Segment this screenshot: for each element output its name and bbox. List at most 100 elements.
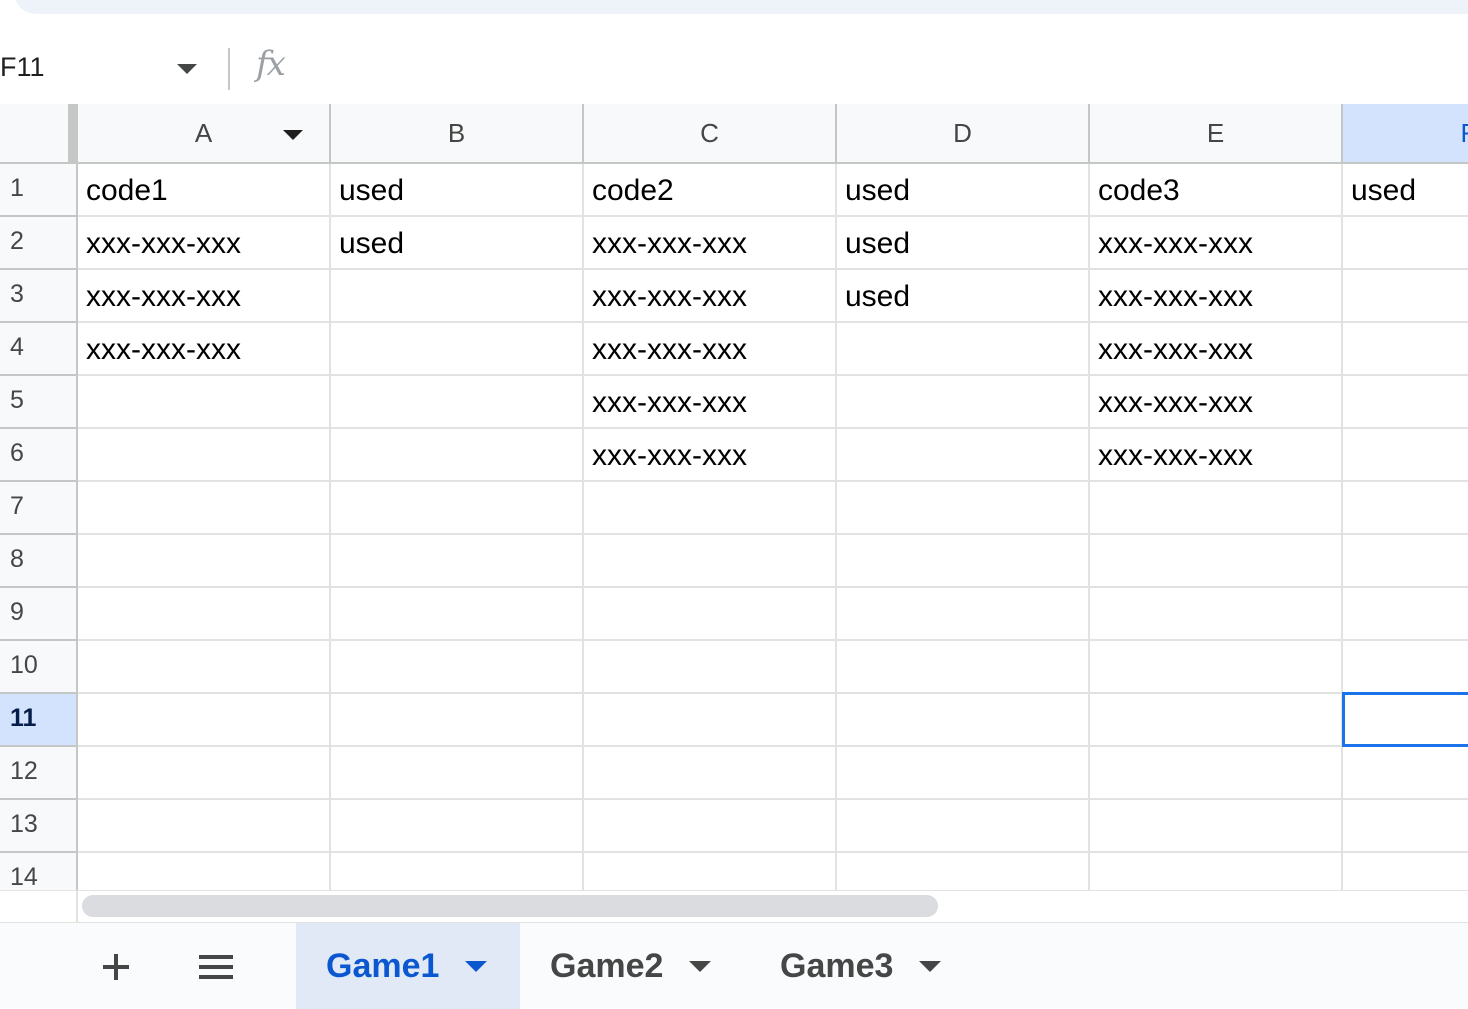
column-header-c[interactable]: C (584, 104, 837, 164)
cell-c8[interactable] (584, 535, 837, 588)
cell-b4[interactable] (331, 323, 584, 376)
cell-a6[interactable] (78, 429, 331, 482)
row-header-11[interactable]: 11 (0, 694, 78, 747)
filter-dropdown-icon[interactable] (283, 130, 303, 140)
cell-a4[interactable]: xxx-xxx-xxx (78, 323, 331, 376)
cell-c11[interactable] (584, 694, 837, 747)
cell-a3[interactable]: xxx-xxx-xxx (78, 270, 331, 323)
cell-f11[interactable] (1343, 694, 1468, 747)
cell-f6[interactable] (1343, 429, 1468, 482)
cell-d3[interactable]: used (837, 270, 1090, 323)
cell-e2[interactable]: xxx-xxx-xxx (1090, 217, 1343, 270)
cell-f10[interactable] (1343, 641, 1468, 694)
row-header-10[interactable]: 10 (0, 641, 78, 694)
row-header-9[interactable]: 9 (0, 588, 78, 641)
cell-a1[interactable]: code1 (78, 164, 331, 217)
cell-b12[interactable] (331, 747, 584, 800)
row-header-6[interactable]: 6 (0, 429, 78, 482)
chevron-down-icon[interactable] (919, 960, 942, 972)
cell-c1[interactable]: code2 (584, 164, 837, 217)
row-header-2[interactable]: 2 (0, 217, 78, 270)
row-header-3[interactable]: 3 (0, 270, 78, 323)
cell-f13[interactable] (1343, 800, 1468, 853)
cell-c9[interactable] (584, 588, 837, 641)
chevron-down-icon[interactable] (465, 960, 488, 972)
cell-e13[interactable] (1090, 800, 1343, 853)
all-sheets-button[interactable] (192, 943, 240, 991)
cell-a14[interactable] (78, 853, 331, 890)
cell-b2[interactable]: used (331, 217, 584, 270)
cell-d1[interactable]: used (837, 164, 1090, 217)
cell-f9[interactable] (1343, 588, 1468, 641)
cell-e5[interactable]: xxx-xxx-xxx (1090, 376, 1343, 429)
select-all-corner[interactable] (0, 104, 78, 164)
row-header-7[interactable]: 7 (0, 482, 78, 535)
row-header-8[interactable]: 8 (0, 535, 78, 588)
row-header-1[interactable]: 1 (0, 164, 78, 217)
cell-d9[interactable] (837, 588, 1090, 641)
cell-c14[interactable] (584, 853, 837, 890)
row-header-5[interactable]: 5 (0, 376, 78, 429)
cell-b1[interactable]: used (331, 164, 584, 217)
cell-a7[interactable] (78, 482, 331, 535)
column-header-e[interactable]: E (1090, 104, 1343, 164)
column-header-a[interactable]: A (78, 104, 331, 164)
cell-a9[interactable] (78, 588, 331, 641)
cell-c13[interactable] (584, 800, 837, 853)
cell-f5[interactable] (1343, 376, 1468, 429)
cell-d7[interactable] (837, 482, 1090, 535)
cell-c12[interactable] (584, 747, 837, 800)
cell-d2[interactable]: used (837, 217, 1090, 270)
column-header-f[interactable]: F (1343, 104, 1468, 164)
cell-b7[interactable] (331, 482, 584, 535)
sheet-tab-game3[interactable]: Game3 (750, 923, 980, 1009)
cell-b10[interactable] (331, 641, 584, 694)
cell-d12[interactable] (837, 747, 1090, 800)
sheet-tab-game2[interactable]: Game2 (520, 923, 750, 1009)
formula-input[interactable] (310, 44, 1460, 94)
chevron-down-icon[interactable] (689, 960, 712, 972)
cell-e10[interactable] (1090, 641, 1343, 694)
horizontal-scrollbar-thumb[interactable] (82, 895, 938, 917)
cell-e3[interactable]: xxx-xxx-xxx (1090, 270, 1343, 323)
cell-c5[interactable]: xxx-xxx-xxx (584, 376, 837, 429)
cell-d13[interactable] (837, 800, 1090, 853)
cell-f3[interactable] (1343, 270, 1468, 323)
cell-c4[interactable]: xxx-xxx-xxx (584, 323, 837, 376)
cell-e14[interactable] (1090, 853, 1343, 890)
cell-e7[interactable] (1090, 482, 1343, 535)
cell-a11[interactable] (78, 694, 331, 747)
name-box[interactable]: F11 (0, 48, 212, 88)
cell-a5[interactable] (78, 376, 331, 429)
cell-f2[interactable] (1343, 217, 1468, 270)
row-header-12[interactable]: 12 (0, 747, 78, 800)
cell-d5[interactable] (837, 376, 1090, 429)
add-sheet-button[interactable] (92, 943, 140, 991)
cell-e9[interactable] (1090, 588, 1343, 641)
column-header-b[interactable]: B (331, 104, 584, 164)
cell-a10[interactable] (78, 641, 331, 694)
cell-c2[interactable]: xxx-xxx-xxx (584, 217, 837, 270)
sheet-tab-game1[interactable]: Game1 (296, 923, 520, 1009)
cell-c6[interactable]: xxx-xxx-xxx (584, 429, 837, 482)
cell-a8[interactable] (78, 535, 331, 588)
cell-d14[interactable] (837, 853, 1090, 890)
cell-e11[interactable] (1090, 694, 1343, 747)
cell-f12[interactable] (1343, 747, 1468, 800)
cell-c10[interactable] (584, 641, 837, 694)
cell-e8[interactable] (1090, 535, 1343, 588)
cell-c3[interactable]: xxx-xxx-xxx (584, 270, 837, 323)
cell-b3[interactable] (331, 270, 584, 323)
cell-b8[interactable] (331, 535, 584, 588)
cell-f14[interactable] (1343, 853, 1468, 890)
chevron-down-icon[interactable] (177, 64, 197, 74)
cell-a2[interactable]: xxx-xxx-xxx (78, 217, 331, 270)
cell-f8[interactable] (1343, 535, 1468, 588)
cell-b11[interactable] (331, 694, 584, 747)
cell-d6[interactable] (837, 429, 1090, 482)
cell-f4[interactable] (1343, 323, 1468, 376)
cell-d10[interactable] (837, 641, 1090, 694)
cell-b5[interactable] (331, 376, 584, 429)
cell-b14[interactable] (331, 853, 584, 890)
row-header-13[interactable]: 13 (0, 800, 78, 853)
